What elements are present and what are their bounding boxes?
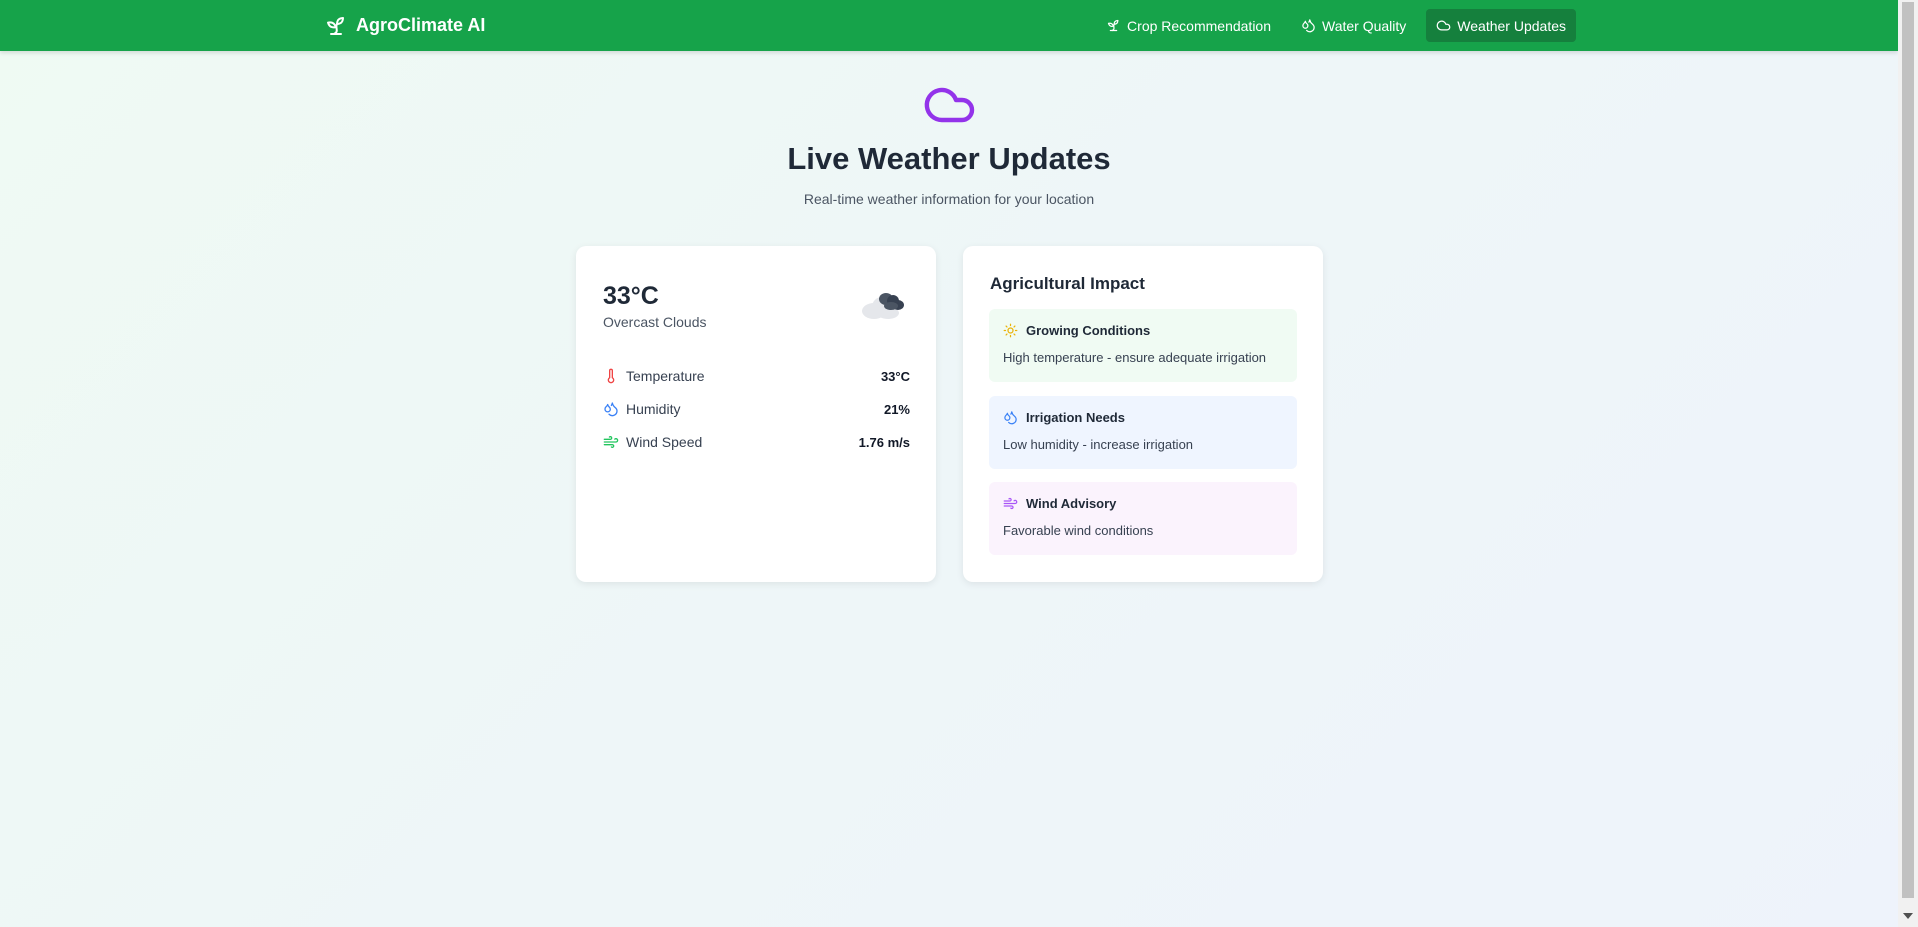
weather-condition: Overcast Clouds (603, 314, 707, 330)
cloud-icon (924, 87, 975, 123)
impact-title: Agricultural Impact (990, 274, 1145, 293)
impact-irrigation-needs: Irrigation Needs Low humidity - increase… (989, 396, 1297, 469)
page-header: Live Weather Updates Real-time weather i… (0, 83, 1898, 207)
vertical-scrollbar[interactable] (1898, 0, 1918, 927)
nav-weather-updates[interactable]: Weather Updates (1426, 9, 1576, 42)
nav-water-quality[interactable]: Water Quality (1291, 9, 1416, 42)
nav-label: Crop Recommendation (1127, 17, 1272, 34)
impact-growing-conditions: Growing Conditions High temperature - en… (989, 309, 1297, 382)
metric-label: Wind Speed (626, 434, 703, 450)
app-brand[interactable]: AgroClimate AI (324, 0, 485, 51)
overcast-cloud-icon (862, 293, 904, 319)
metric-wind-speed: Wind Speed 1.76 m/s (603, 432, 910, 452)
impact-wind-advisory: Wind Advisory Favorable wind conditions (989, 482, 1297, 555)
droplets-icon (1302, 19, 1315, 33)
impact-item-title: Wind Advisory (1026, 496, 1117, 511)
droplets-icon (604, 402, 618, 417)
metric-value: 33°C (880, 368, 910, 384)
scrollbar-thumb[interactable] (1902, 2, 1914, 898)
impact-item-text: Low humidity - increase irrigation (1003, 437, 1194, 452)
impact-item-title: Growing Conditions (1026, 323, 1151, 338)
impact-item-text: High temperature - ensure adequate irrig… (1003, 350, 1267, 365)
metric-value: 21% (883, 401, 910, 417)
thermometer-icon (607, 368, 615, 384)
metric-temperature: Temperature 33°C (603, 366, 910, 386)
impact-item-title: Irrigation Needs (1026, 410, 1125, 425)
sprout-icon (1107, 19, 1119, 32)
agricultural-impact-card: Agricultural Impact Growing Conditions H… (963, 246, 1323, 582)
main-nav: Crop Recommendation Water Quality Weathe… (1096, 9, 1576, 42)
impact-item-text: Favorable wind conditions (1003, 523, 1154, 538)
current-temperature: 33°C (603, 282, 659, 310)
cloud-icon (1436, 20, 1451, 31)
droplets-icon (1004, 411, 1017, 425)
page-title: Live Weather Updates (787, 141, 1111, 176)
app-title: AgroClimate AI (356, 15, 486, 35)
nav-label: Weather Updates (1457, 17, 1566, 34)
metric-label: Temperature (626, 368, 705, 384)
wind-icon (603, 436, 619, 448)
current-weather-card: 33°C Overcast Clouds Temperature 33°C Hu… (576, 246, 936, 582)
metric-value: 1.76 m/s (858, 434, 910, 450)
wind-icon (1003, 497, 1018, 510)
metric-humidity: Humidity 21% (603, 399, 910, 419)
scroll-down-arrow-icon[interactable] (1903, 913, 1913, 919)
nav-crop-recommendation[interactable]: Crop Recommendation (1096, 9, 1281, 42)
nav-label: Water Quality (1322, 17, 1407, 34)
sun-icon (1003, 323, 1018, 338)
top-navbar: AgroClimate AI Crop Recommendation Water… (0, 0, 1898, 51)
page-subtitle: Real-time weather information for your l… (803, 191, 1095, 207)
metric-label: Humidity (626, 401, 681, 417)
sprout-icon (327, 16, 344, 35)
